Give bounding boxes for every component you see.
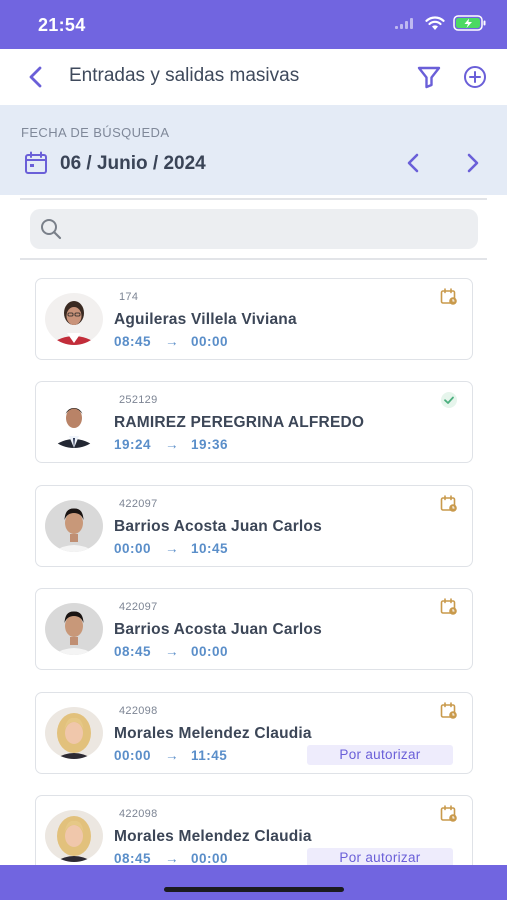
previous-date-icon[interactable] bbox=[402, 151, 426, 175]
status-time: 21:54 bbox=[38, 15, 86, 35]
time-out: 11:45 bbox=[191, 748, 228, 763]
divider bbox=[20, 258, 487, 260]
time-range: 00:00 → 11:45 bbox=[114, 748, 227, 763]
avatar bbox=[45, 500, 103, 552]
employee-name: Morales Melendez Claudia bbox=[114, 828, 312, 845]
home-indicator[interactable] bbox=[164, 887, 344, 892]
avatar bbox=[45, 396, 103, 448]
employee-card[interactable]: 422097 Barrios Acosta Juan Carlos 08:45 →… bbox=[35, 588, 473, 670]
employee-id: 252129 bbox=[119, 394, 158, 406]
selected-date[interactable]: 06 / Junio / 2024 bbox=[60, 153, 206, 175]
arrow-right-icon: → bbox=[165, 437, 180, 452]
employee-id: 422098 bbox=[119, 705, 158, 717]
search-bar[interactable] bbox=[30, 209, 478, 249]
employee-name: RAMIREZ PEREGRINA ALFREDO bbox=[114, 414, 365, 431]
wifi-icon bbox=[425, 15, 445, 30]
battery-charging-icon bbox=[453, 15, 486, 31]
employee-name: Barrios Acosta Juan Carlos bbox=[114, 518, 322, 535]
calendar-icon[interactable] bbox=[24, 151, 48, 175]
time-in: 00:00 bbox=[114, 541, 152, 556]
date-label: FECHA DE BÚSQUEDA bbox=[21, 125, 170, 140]
employee-card[interactable]: 174 Aguileras Villela Viviana 08:45 → 00:0… bbox=[35, 278, 473, 360]
calendar-pending-icon bbox=[440, 598, 457, 615]
employee-name: Morales Melendez Claudia bbox=[114, 725, 312, 742]
time-range: 08:45 → 00:00 bbox=[114, 644, 228, 659]
time-range: 08:45 → 00:00 bbox=[114, 334, 228, 349]
time-range: 19:24 → 19:36 bbox=[114, 437, 228, 452]
arrow-right-icon: → bbox=[165, 644, 180, 659]
calendar-pending-icon bbox=[440, 495, 457, 512]
employee-card[interactable]: 422098 Morales Melendez Claudia 00:00 → 11… bbox=[35, 692, 473, 774]
check-icon bbox=[441, 392, 457, 408]
divider bbox=[20, 198, 487, 200]
employee-name: Barrios Acosta Juan Carlos bbox=[114, 621, 322, 638]
avatar bbox=[45, 293, 103, 345]
time-in: 08:45 bbox=[114, 851, 152, 866]
time-range: 00:00 → 10:45 bbox=[114, 541, 228, 556]
avatar bbox=[45, 810, 103, 862]
time-range: 08:45 → 00:00 bbox=[114, 851, 228, 866]
arrow-right-icon: → bbox=[165, 748, 180, 763]
employee-id: 174 bbox=[119, 291, 139, 303]
calendar-pending-icon bbox=[440, 288, 457, 305]
navigation-bar: Entradas y salidas masivas bbox=[0, 49, 507, 105]
employee-id: 422097 bbox=[119, 601, 158, 613]
calendar-pending-icon bbox=[440, 702, 457, 719]
time-out: 00:00 bbox=[191, 644, 229, 659]
arrow-right-icon: → bbox=[165, 334, 180, 349]
time-out: 19:36 bbox=[191, 437, 229, 452]
page-title: Entradas y salidas masivas bbox=[69, 65, 300, 86]
time-in: 08:45 bbox=[114, 334, 152, 349]
search-icon bbox=[41, 219, 62, 240]
add-circle-icon[interactable] bbox=[462, 64, 488, 90]
filter-icon[interactable] bbox=[416, 64, 442, 90]
avatar bbox=[45, 707, 103, 759]
employee-name: Aguileras Villela Viviana bbox=[114, 311, 297, 328]
status-bar: 21:54 bbox=[0, 0, 507, 49]
bottom-bar bbox=[0, 865, 507, 900]
arrow-right-icon: → bbox=[165, 541, 180, 556]
time-in: 00:00 bbox=[114, 748, 152, 763]
search-input[interactable] bbox=[70, 209, 470, 249]
time-out: 00:00 bbox=[191, 334, 229, 349]
time-in: 19:24 bbox=[114, 437, 152, 452]
status-icons bbox=[395, 15, 487, 31]
status-badge: Por autorizar bbox=[307, 745, 453, 765]
arrow-right-icon: → bbox=[165, 851, 180, 866]
date-search-panel: FECHA DE BÚSQUEDA 06 / Junio / 2024 bbox=[0, 105, 507, 195]
back-chevron-icon[interactable] bbox=[22, 63, 50, 91]
next-date-icon[interactable] bbox=[460, 151, 484, 175]
time-out: 10:45 bbox=[191, 541, 229, 556]
time-out: 00:00 bbox=[191, 851, 229, 866]
avatar bbox=[45, 603, 103, 655]
employee-id: 422098 bbox=[119, 808, 158, 820]
calendar-pending-icon bbox=[440, 805, 457, 822]
employee-id: 422097 bbox=[119, 498, 158, 510]
employee-card[interactable]: 252129 RAMIREZ PEREGRINA ALFREDO 19:24 → 1… bbox=[35, 381, 473, 463]
employee-card[interactable]: 422097 Barrios Acosta Juan Carlos 00:00 →… bbox=[35, 485, 473, 567]
time-in: 08:45 bbox=[114, 644, 152, 659]
signal-icon bbox=[395, 18, 413, 29]
